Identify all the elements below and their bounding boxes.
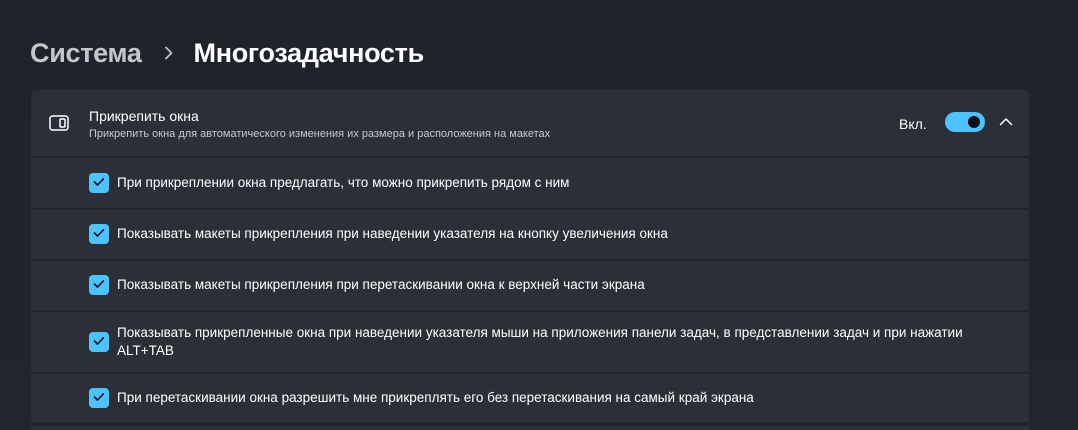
- toggle-knob: [968, 116, 980, 128]
- option-checkbox[interactable]: [89, 332, 109, 352]
- snap-windows-panel: Прикрепить окна Прикрепить окна для авто…: [31, 90, 1029, 430]
- option-label: Показывать макеты прикрепления при перет…: [117, 277, 645, 292]
- checkmark-icon: [93, 333, 105, 351]
- settings-page: Система Многозадачность Прикрепить окна …: [0, 0, 1078, 430]
- option-checkbox[interactable]: [89, 224, 109, 244]
- snap-windows-toggle[interactable]: [945, 112, 985, 132]
- checkmark-icon: [93, 174, 105, 192]
- page-title: Многозадачность: [193, 37, 425, 68]
- option-label: Показывать макеты прикрепления при навед…: [117, 226, 668, 241]
- snap-windows-title: Прикрепить окна: [89, 108, 199, 124]
- snap-windows-header[interactable]: Прикрепить окна Прикрепить окна для авто…: [31, 90, 1029, 156]
- checkmark-icon: [93, 225, 105, 243]
- option-checkbox[interactable]: [89, 275, 109, 295]
- list-item[interactable]: Показывать макеты прикрепления при навед…: [31, 210, 1029, 259]
- next-card-edge: [31, 426, 1029, 430]
- toggle-state-label: Вкл.: [899, 116, 927, 132]
- option-checkbox[interactable]: [89, 173, 109, 193]
- option-label: Показывать прикрепленные окна при наведе…: [117, 325, 963, 358]
- breadcrumb: Система Многозадачность: [30, 34, 424, 72]
- checkmark-icon: [93, 389, 105, 407]
- snap-window-icon: [49, 114, 69, 132]
- list-item[interactable]: Показывать прикрепленные окна при наведе…: [31, 312, 1029, 372]
- collapse-button[interactable]: [995, 112, 1017, 134]
- chevron-up-icon: [999, 114, 1013, 132]
- option-label: При прикреплении окна предлагать, что мо…: [117, 175, 570, 190]
- list-item[interactable]: При прикреплении окна предлагать, что мо…: [31, 158, 1029, 208]
- list-item[interactable]: Показывать макеты прикрепления при перет…: [31, 261, 1029, 310]
- checkmark-icon: [93, 276, 105, 294]
- snap-windows-description: Прикрепить окна для автоматического изме…: [89, 128, 551, 140]
- chevron-right-icon: [158, 42, 180, 64]
- option-checkbox[interactable]: [89, 388, 109, 408]
- breadcrumb-parent-system[interactable]: Система: [30, 38, 142, 69]
- option-label: При перетаскивании окна разрешить мне пр…: [117, 390, 754, 405]
- list-item[interactable]: При перетаскивании окна разрешить мне пр…: [31, 374, 1029, 422]
